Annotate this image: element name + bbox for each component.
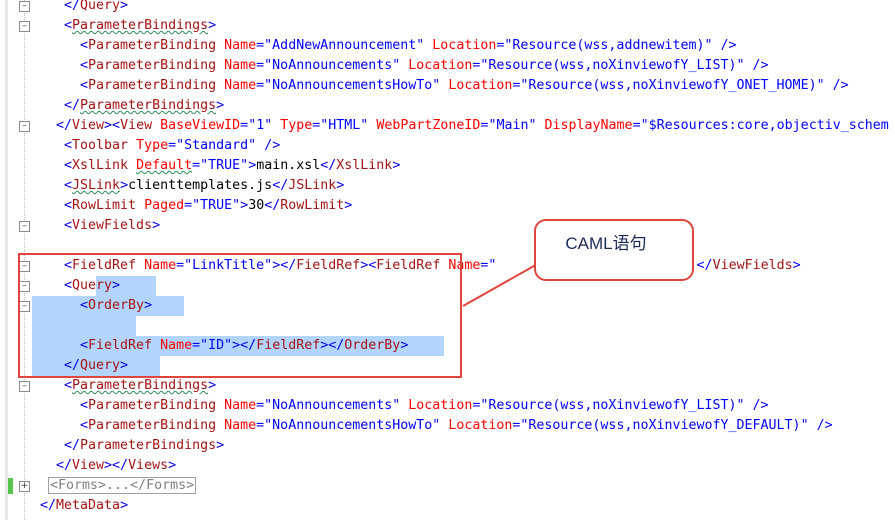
collapse-icon[interactable]: – bbox=[19, 21, 30, 32]
code-text: <ViewFields> bbox=[64, 218, 161, 233]
collapse-icon[interactable]: – bbox=[19, 121, 30, 132]
code-text: </View></Views> bbox=[56, 458, 177, 473]
code-line[interactable]: </View></Views> bbox=[0, 456, 895, 476]
code-line[interactable]: – </View><View BaseViewID="1" Type="HTML"… bbox=[0, 116, 895, 136]
collapse-icon[interactable]: – bbox=[19, 1, 30, 12]
code-text: <Forms>...</Forms> bbox=[48, 476, 197, 496]
collapse-icon[interactable]: – bbox=[19, 221, 30, 232]
code-line[interactable]: <JSLink>clienttemplates.js</JSLink> bbox=[0, 176, 895, 196]
code-text: <ParameterBinding Name="NoAnnouncements"… bbox=[80, 58, 769, 73]
collapse-icon[interactable]: – bbox=[19, 381, 30, 392]
code-line[interactable]: <RowLimit Paged="TRUE">30</RowLimit> bbox=[0, 196, 895, 216]
code-line[interactable]: <ParameterBinding Name="NoAnnouncements"… bbox=[0, 56, 895, 76]
callout-bubble: CAML语句 bbox=[534, 219, 694, 281]
code-text: <ParameterBindings> bbox=[64, 18, 217, 33]
code-text: <Toolbar Type="Standard" /> bbox=[64, 138, 281, 153]
change-indicator bbox=[8, 478, 13, 494]
code-text: <ParameterBinding Name="NoAnnouncements"… bbox=[80, 398, 769, 413]
code-line[interactable]: </ParameterBindings> bbox=[0, 436, 895, 456]
code-line[interactable]: + <Forms>...</Forms> bbox=[0, 476, 895, 496]
callout-label: CAML语句 bbox=[565, 234, 647, 253]
code-text: <ParameterBinding Name="NoAnnouncementsH… bbox=[80, 418, 833, 433]
code-line[interactable]: </MetaData> bbox=[0, 496, 895, 516]
expand-icon[interactable]: + bbox=[19, 481, 30, 492]
code-line[interactable]: – <ViewFields> bbox=[0, 216, 895, 236]
code-text: </Query> bbox=[64, 0, 129, 13]
code-line[interactable]: <ParameterBinding Name="AddNewAnnounceme… bbox=[0, 36, 895, 56]
code-text: <RowLimit Paged="TRUE">30</RowLimit> bbox=[64, 198, 353, 213]
code-line[interactable]: <XslLink Default="TRUE">main.xsl</XslLin… bbox=[0, 156, 895, 176]
code-text: <XslLink Default="TRUE">main.xsl</XslLin… bbox=[64, 158, 401, 173]
code-text: </MetaData> bbox=[40, 498, 129, 513]
code-line[interactable]: <ParameterBinding Name="NoAnnouncementsH… bbox=[0, 76, 895, 96]
highlight-box bbox=[18, 253, 462, 378]
code-line[interactable]: <ParameterBinding Name="NoAnnouncements"… bbox=[0, 396, 895, 416]
code-editor[interactable]: – </Query> – <ParameterBindings> <ParameterB… bbox=[0, 0, 895, 520]
code-text: <ParameterBinding Name="NoAnnouncementsH… bbox=[80, 78, 849, 93]
code-text: <ParameterBinding Name="AddNewAnnounceme… bbox=[80, 38, 737, 53]
code-text: </View><View BaseViewID="1" Type="HTML" … bbox=[56, 118, 889, 133]
code-text: <ParameterBindings> bbox=[64, 378, 217, 393]
collapsed-region[interactable]: <Forms>...</Forms> bbox=[48, 477, 197, 494]
code-line[interactable]: <Toolbar Type="Standard" /> bbox=[0, 136, 895, 156]
code-text: </ParameterBindings> bbox=[64, 98, 225, 113]
code-text: <JSLink>clienttemplates.js</JSLink> bbox=[64, 178, 345, 193]
code-line[interactable]: – <ParameterBindings> bbox=[0, 376, 895, 396]
code-line[interactable]: – </Query> bbox=[0, 0, 895, 16]
code-line[interactable]: – <ParameterBindings> bbox=[0, 16, 895, 36]
code-text: </ParameterBindings> bbox=[64, 438, 225, 453]
code-line[interactable]: <ParameterBinding Name="NoAnnouncementsH… bbox=[0, 416, 895, 436]
code-line[interactable]: </ParameterBindings> bbox=[0, 96, 895, 116]
